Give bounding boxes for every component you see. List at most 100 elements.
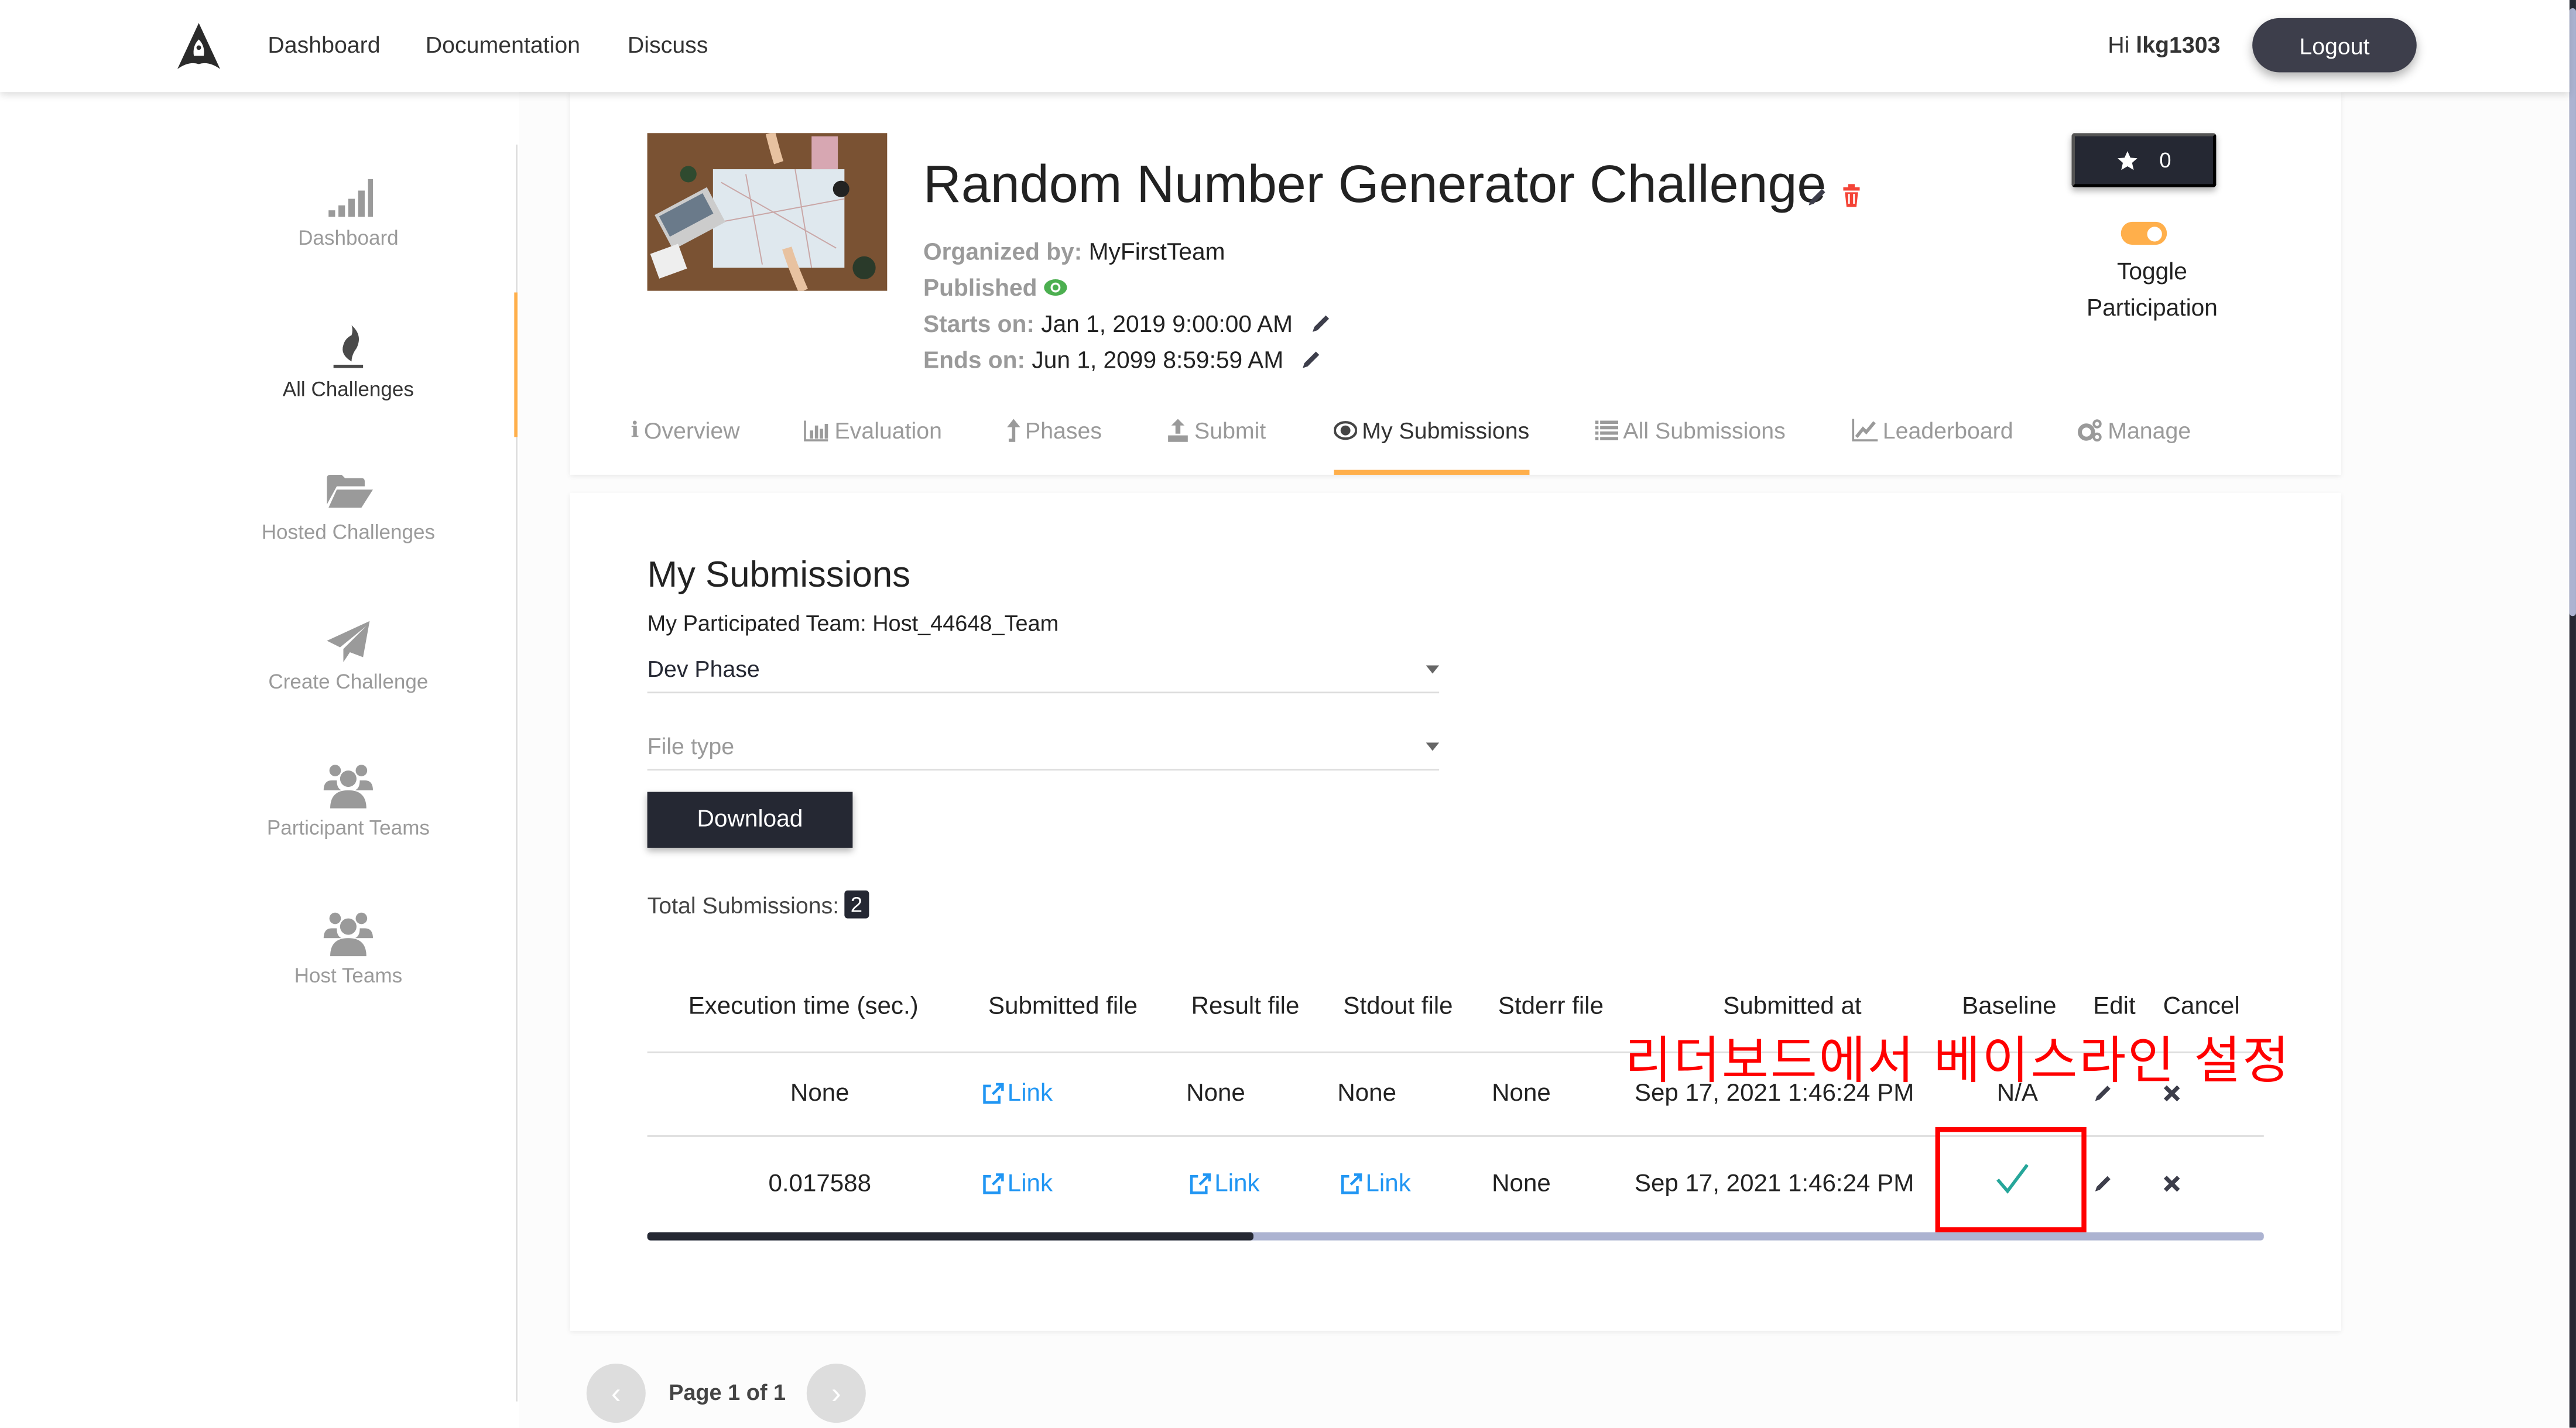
page: Dashboard Documentation Discuss Hi lkg13… [0, 0, 2576, 1428]
tab-phases[interactable]: Phases [1007, 417, 1102, 444]
column-header: Result file [1191, 992, 1300, 1021]
tab-submit[interactable]: Submit [1166, 417, 1266, 444]
list-icon [1595, 420, 1619, 441]
total-submissions: Total Submissions: 2 [648, 890, 869, 919]
organizer-name: MyFirstTeam [1088, 239, 1225, 266]
tab-evaluation[interactable]: Evaluation [803, 417, 942, 444]
evalai-logo-icon[interactable] [174, 21, 223, 70]
greeting-prefix: Hi [2108, 31, 2130, 58]
external-link-icon [1190, 1173, 1211, 1194]
sidebar-item-all-challenges[interactable]: All Challenges [197, 322, 499, 401]
star-button[interactable]: 0 [2071, 133, 2217, 187]
tab-my-submissions[interactable]: My Submissions [1334, 417, 1530, 444]
tab-label: My Submissions [1362, 417, 1530, 444]
column-header: Stderr file [1498, 992, 1604, 1021]
prev-page-button[interactable]: ‹ [586, 1364, 646, 1423]
caret-down-icon [1426, 742, 1440, 751]
page-vertical-scrollbar[interactable] [2569, 0, 2576, 1428]
toggle-label-line-1: Toggle [2117, 259, 2187, 286]
sidebar-item-participant-teams[interactable]: Participant Teams [197, 764, 499, 840]
column-header: Baseline [1962, 992, 2057, 1021]
toggle-participation-label: Toggle Participation [2054, 255, 2251, 327]
result-file-cell: None [1186, 1079, 1245, 1108]
column-header: Stdout file [1343, 992, 1453, 1021]
tab-label: Manage [2108, 417, 2191, 444]
ends-on-value: Jun 1, 2099 8:59:59 AM [1032, 348, 1284, 375]
sidebar-item-dashboard[interactable]: Dashboard [197, 177, 499, 250]
delete-trash-icon[interactable] [1842, 184, 1862, 207]
end-date: Ends on: Jun 1, 2099 8:59:59 AM [923, 348, 1323, 375]
star-icon [2118, 150, 2138, 170]
participation-toggle[interactable] [2121, 221, 2167, 245]
arrow-up-icon [1007, 419, 1020, 442]
exec-time-cell: None [790, 1079, 849, 1108]
gears-icon [2078, 419, 2102, 442]
phase-select-value: Dev Phase [647, 655, 760, 682]
participated-team: My Participated Team: Host_44648_Team [647, 611, 1059, 636]
download-button[interactable]: Download [647, 792, 853, 848]
tab-label: Evaluation [834, 417, 942, 444]
external-link-icon [1341, 1173, 1362, 1194]
ends-on-label: Ends on: [923, 348, 1026, 375]
info-icon: i [631, 418, 639, 443]
stdout-file-link[interactable]: Link [1340, 1170, 1411, 1198]
sidebar-item-hosted-challenges[interactable]: Hosted Challenges [197, 471, 499, 544]
sidebar [0, 92, 519, 1428]
result-file-link[interactable]: Link [1188, 1170, 1260, 1198]
tab-label: Leaderboard [1882, 417, 2013, 444]
exec-time-cell: 0.017588 [768, 1169, 872, 1198]
scrollbar-thumb[interactable] [2569, 8, 2576, 617]
user-greeting: Hi lkg1303 [2108, 31, 2220, 57]
sidebar-item-create-challenge[interactable]: Create Challenge [197, 618, 499, 693]
sidebar-item-label: Hosted Challenges [261, 520, 436, 544]
username: lkg1303 [2136, 31, 2221, 58]
tab-all-submissions[interactable]: All Submissions [1595, 417, 1786, 444]
edit-pencil-icon[interactable] [2092, 1173, 2113, 1194]
scrollbar-thumb[interactable] [647, 1232, 1254, 1241]
tab-label: Submit [1194, 417, 1266, 444]
file-type-placeholder: File type [647, 732, 735, 759]
stdout-file-cell: None [1337, 1079, 1396, 1108]
edit-end-date-pencil-icon[interactable] [1300, 348, 1323, 371]
edit-title-pencil-icon[interactable] [1806, 186, 1828, 208]
upload-icon [1168, 419, 1188, 442]
submitted-file-link[interactable]: Link [981, 1170, 1053, 1198]
starts-on-label: Starts on: [923, 312, 1034, 339]
stderr-file-cell: None [1492, 1169, 1551, 1198]
next-page-button[interactable]: › [806, 1364, 866, 1423]
nav-discuss[interactable]: Discuss [628, 31, 708, 57]
column-header: Execution time (sec.) [688, 992, 919, 1021]
column-header: Submitted at [1723, 992, 1862, 1021]
tab-manage[interactable]: Manage [2077, 417, 2191, 444]
tab-label: Overview [643, 417, 740, 444]
users-icon [323, 765, 373, 809]
challenge-thumbnail [647, 133, 888, 291]
tab-overview[interactable]: i Overview [631, 417, 740, 444]
bar-chart-icon [804, 419, 828, 441]
start-date: Starts on: Jan 1, 2019 9:00:00 AM [923, 312, 1332, 338]
logout-button[interactable]: Logout [2252, 18, 2417, 73]
table-horizontal-scrollbar[interactable] [647, 1232, 2264, 1241]
file-type-select[interactable]: File type [647, 730, 1440, 771]
phase-select[interactable]: Dev Phase [647, 652, 1440, 694]
cancel-x-icon[interactable] [2163, 1174, 2181, 1193]
submitted-file-link[interactable]: Link [981, 1079, 1053, 1108]
page-indicator: Page 1 of 1 [669, 1380, 786, 1405]
link-label: Link [1007, 1079, 1053, 1108]
nav-documentation[interactable]: Documentation [426, 31, 580, 57]
challenge-title: Random Number Generator Challenge [923, 154, 1827, 214]
users-icon [323, 912, 373, 957]
published-label: Published [923, 276, 1037, 303]
sidebar-item-host-teams[interactable]: Host Teams [197, 912, 499, 987]
sidebar-active-indicator [514, 292, 518, 437]
tab-leaderboard[interactable]: Leaderboard [1851, 417, 2013, 444]
external-link-icon [983, 1173, 1004, 1194]
sidebar-item-label: All Challenges [282, 378, 415, 401]
nav-dashboard[interactable]: Dashboard [268, 31, 380, 57]
sidebar-item-label: Participant Teams [266, 816, 430, 840]
edit-start-date-pencil-icon[interactable] [1309, 312, 1332, 335]
star-count: 0 [2159, 148, 2171, 173]
submitted-at-cell: Sep 17, 2021 1:46:24 PM [1634, 1169, 1914, 1198]
tab-label: Phases [1025, 417, 1102, 444]
paper-plane-icon [327, 621, 370, 662]
